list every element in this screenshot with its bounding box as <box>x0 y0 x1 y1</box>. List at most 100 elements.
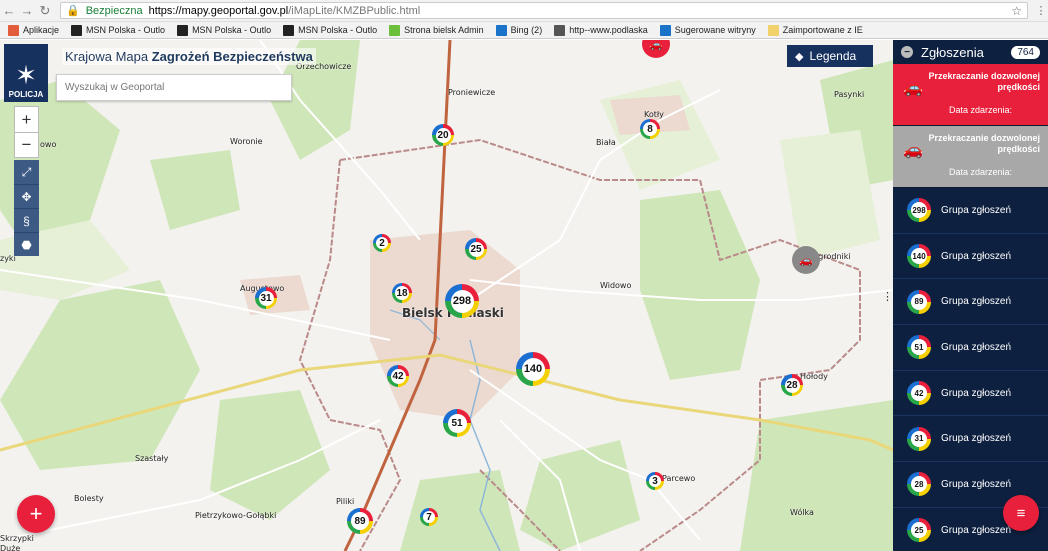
place-label: Kotły <box>644 110 664 119</box>
lock-icon: 🔒 <box>66 5 80 17</box>
zoom-in-button[interactable]: + <box>15 107 38 132</box>
paragraph-icon[interactable]: § <box>14 208 39 232</box>
group-list-item[interactable]: 31 Grupa zgłoszeń <box>893 416 1048 463</box>
bookmark-label: http--www.podlaska <box>569 25 648 35</box>
group-cluster-icon: 51 <box>907 335 931 360</box>
bookmarks-bar: Aplikacje MSN Polska - Outlo MSN Polska - … <box>0 22 1048 39</box>
group-list-item[interactable]: 51 Grupa zgłoszeń <box>893 325 1048 371</box>
bookmark-label: Bing (2) <box>510 25 543 35</box>
map-cluster[interactable]: 20 <box>432 124 454 146</box>
incident-card[interactable]: 🚗 Przekraczanie dozwolonej prędkości Data … <box>893 126 1048 188</box>
bookmark-icon <box>283 24 295 36</box>
bookmark-item[interactable]: Zaimportowane z IE <box>767 24 863 36</box>
map-cluster[interactable]: 25 <box>465 238 487 260</box>
bookmark-item[interactable]: MSN Polska - Outlo <box>71 24 166 36</box>
bookmark-label: Strona bielsk Admin <box>404 25 484 35</box>
map-cluster[interactable]: 31 <box>255 287 277 309</box>
bookmark-item[interactable]: MSN Polska - Outlo <box>283 24 378 36</box>
bookmark-item[interactable]: Strona bielsk Admin <box>389 24 484 36</box>
map-cluster[interactable]: 7 <box>420 508 438 526</box>
police-star-icon: ✶ <box>15 60 37 90</box>
group-list-item[interactable]: 89 Grupa zgłoszeń <box>893 279 1048 326</box>
place-label: Wólka <box>790 508 814 517</box>
cluster-count: 18 <box>396 287 408 299</box>
add-report-button[interactable]: + <box>17 495 55 533</box>
bookmark-item[interactable]: Sugerowane witryny <box>659 24 756 36</box>
cluster-count: 2 <box>379 237 385 249</box>
tags-icon[interactable]: ⬣ <box>14 232 39 256</box>
layers-icon: ◆ <box>795 50 804 63</box>
group-list-item[interactable]: 298 Grupa zgłoszeń <box>893 188 1048 234</box>
map-cluster[interactable]: 140 <box>516 352 550 386</box>
map-cluster[interactable]: 28 <box>781 374 803 396</box>
address-bar[interactable]: 🔒 Bezpieczna https://mapy.geoportal.gov.… <box>60 2 1028 19</box>
collapse-icon[interactable]: − <box>901 46 913 58</box>
legend-button[interactable]: ◆ Legenda <box>787 45 873 67</box>
place-label: Widowo <box>600 281 632 290</box>
count-badge: 764 <box>1011 45 1040 59</box>
group-cluster-icon: 25 <box>907 518 931 543</box>
zoom-out-button[interactable]: − <box>15 132 38 157</box>
place-label: Szastały <box>135 454 169 463</box>
group-cluster-icon: 28 <box>907 472 931 497</box>
bookmark-item[interactable]: http--www.podlaska <box>554 24 648 36</box>
bookmark-label: MSN Polska - Outlo <box>86 25 166 35</box>
reload-icon[interactable]: ↻ <box>36 3 54 19</box>
cluster-count: 8 <box>647 123 653 135</box>
panel-header[interactable]: − Zgłoszenia 764 <box>893 40 1048 64</box>
back-icon[interactable]: ← <box>0 3 18 18</box>
incident-card[interactable]: 🚗 Przekraczanie dozwolonej prędkości Data … <box>893 64 1048 126</box>
speeding-incident-marker-grey[interactable]: 🚗 <box>792 246 820 274</box>
legend-label: Legenda <box>809 49 857 63</box>
browser-toolbar: ← → ↻ 🔒 Bezpieczna https://mapy.geoporta… <box>0 0 1048 22</box>
cluster-count: 7 <box>426 511 432 523</box>
map-view[interactable]: Orzechowicze Proniewicze Kotły Pasynki Woron… <box>0 40 893 551</box>
filter-button[interactable]: ≡ <box>1003 495 1039 531</box>
group-label: Grupa zgłoszeń <box>941 478 1012 490</box>
group-list-item[interactable]: 140 Grupa zgłoszeń <box>893 234 1048 280</box>
map-cluster[interactable]: 3 <box>646 472 664 490</box>
map-cluster[interactable]: 18 <box>392 283 412 303</box>
bookmark-icon <box>389 24 401 36</box>
bookmark-icon <box>495 24 507 36</box>
bookmark-icon <box>659 24 671 36</box>
cluster-count: 51 <box>451 417 463 429</box>
place-label: Woronie <box>230 137 263 146</box>
bookmark-label: MSN Polska - Outlo <box>298 25 378 35</box>
forward-icon[interactable]: → <box>18 3 36 18</box>
cluster-count: 42 <box>392 370 404 382</box>
group-cluster-icon: 42 <box>907 381 931 406</box>
map-cluster[interactable]: 42 <box>387 365 409 387</box>
zoom-control: + − <box>14 106 39 158</box>
group-cluster-icon: 140 <box>907 244 931 269</box>
bookmark-item[interactable]: Aplikacje <box>8 24 60 36</box>
bookmark-item[interactable]: MSN Polska - Outlo <box>177 24 271 36</box>
map-cluster[interactable]: 89 <box>347 508 373 534</box>
bookmark-star-icon[interactable]: ☆ <box>1011 4 1022 18</box>
map-cluster[interactable]: 51 <box>443 409 471 437</box>
secure-label: Bezpieczna <box>85 4 143 17</box>
cluster-count: 28 <box>786 379 798 391</box>
map-cluster[interactable]: 2 <box>373 234 391 252</box>
locate-icon[interactable]: ✥ <box>14 184 39 208</box>
bookmark-item[interactable]: Bing (2) <box>495 24 543 36</box>
group-label: Grupa zgłoszeń <box>941 204 1012 216</box>
car-icon: 🚗 <box>903 80 923 97</box>
place-label: Proniewicze <box>448 88 496 97</box>
fullscreen-icon[interactable]: ⤢ <box>14 160 39 184</box>
group-label: Grupa zgłoszeń <box>941 433 1012 445</box>
incident-date-label: Data zdarzenia: <box>949 105 1013 115</box>
group-cluster-icon: 89 <box>907 289 931 314</box>
map-cluster[interactable]: 298 <box>445 284 479 318</box>
search-input[interactable]: Wyszukaj w Geoportal <box>56 74 292 101</box>
group-label: Grupa zgłoszeń <box>941 341 1012 353</box>
bookmark-icon <box>71 24 83 36</box>
car-icon: 🚗 <box>903 142 923 159</box>
browser-menu-icon[interactable]: ⋮ <box>1034 4 1048 17</box>
panel-splitter-handle[interactable]: ⋮ <box>882 290 893 303</box>
bookmark-label: Aplikacje <box>23 25 60 35</box>
bookmark-label: Sugerowane witryny <box>674 25 756 35</box>
cluster-count: 298 <box>452 295 472 307</box>
map-cluster[interactable]: 8 <box>640 119 660 139</box>
group-list-item[interactable]: 42 Grupa zgłoszeń <box>893 371 1048 417</box>
